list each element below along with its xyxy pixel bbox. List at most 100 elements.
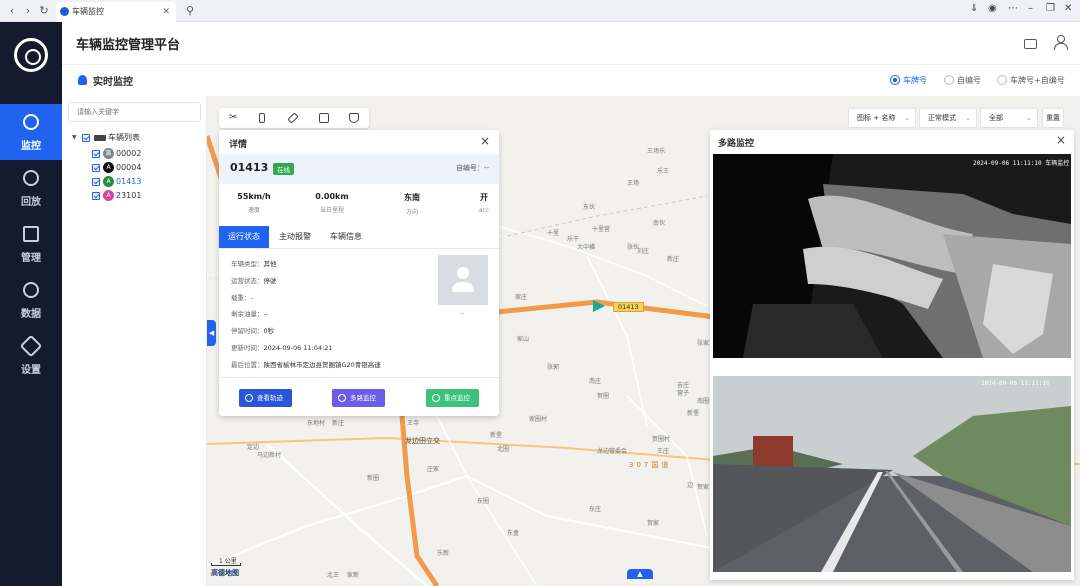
back-icon[interactable]: ‹ — [4, 3, 20, 19]
map-place-label: 王寺 — [407, 420, 420, 427]
video-icon — [338, 394, 346, 402]
video-channel-2[interactable]: 2024-09-06 11:11:10 — [713, 376, 1071, 572]
vehicle-checkbox[interactable] — [92, 164, 100, 172]
vehicle-status-icon: A — [103, 176, 114, 187]
map-place-label: 马边新村 — [257, 452, 282, 459]
view-track-button[interactable]: 查看轨迹 — [239, 389, 292, 407]
search-input[interactable] — [68, 102, 201, 122]
sidebar-item-label: 设置 — [21, 365, 41, 376]
forward-icon[interactable]: › — [20, 3, 36, 19]
scissors-icon[interactable]: ✂ — [229, 113, 239, 123]
video-timestamp: 2024-09-06 11:11:10 车辆监控 — [973, 160, 1070, 167]
message-icon[interactable] — [1024, 39, 1037, 49]
sidebar-item-data[interactable]: 数据 — [0, 272, 62, 328]
radio-plate-and-self-number[interactable]: 车牌号+自编号 — [997, 75, 1065, 86]
battery-icon[interactable] — [259, 113, 265, 123]
tab-vehicle-info[interactable]: 车辆信息 — [321, 226, 371, 248]
chevron-down-icon: ⌄ — [904, 114, 910, 122]
button-label: 重点监控 — [444, 394, 470, 402]
vehicle-marker-icon[interactable] — [593, 300, 605, 312]
download-icon[interactable]: ⇓ — [970, 3, 978, 14]
info-row: 更新时间：2024-09-06 11:04:21 — [231, 342, 333, 352]
ruler-icon[interactable] — [287, 112, 299, 124]
stat-mileage: 0.00km 当日里程 — [297, 192, 367, 214]
info-value: 陕西省榆林市定边县贺圈镇G20青银高速 — [263, 360, 381, 369]
button-label: 多路监控 — [350, 394, 376, 402]
tab-active-alarm[interactable]: 主动报警 — [270, 226, 320, 248]
restore-icon[interactable]: ❐ — [1046, 3, 1055, 14]
window-close-icon[interactable]: ✕ — [1064, 3, 1072, 14]
browser-tab[interactable]: 车辆监控 ✕ — [56, 2, 176, 22]
vehicle-status-icon: A — [103, 190, 114, 201]
vehicle-checkbox[interactable] — [92, 150, 100, 158]
map-place-label: 王庄 — [657, 448, 670, 455]
display-select[interactable]: 图标 + 名称 ⌄ — [848, 108, 916, 128]
minimize-icon[interactable]: – — [1028, 3, 1033, 14]
tree-vehicle-item[interactable]: A 00004 — [92, 162, 192, 174]
area-icon[interactable] — [319, 113, 329, 123]
info-value: 0秒 — [263, 327, 275, 336]
tab-close-icon[interactable]: ✕ — [162, 2, 170, 22]
map-place-label: 贺家 — [697, 484, 710, 491]
sidebar-item-label: 数据 — [21, 309, 41, 320]
tree-vehicle-item[interactable]: 离 00002 — [92, 148, 192, 160]
map-place-label: 大中横 — [577, 244, 596, 251]
map-place-label: 边 — [687, 482, 694, 489]
sidebar-item-settings[interactable]: 设置 — [0, 328, 62, 384]
vehicle-status-icon: A — [103, 162, 114, 173]
multi-monitor-button[interactable]: 多路监控 — [332, 389, 385, 407]
tab-running-status[interactable]: 运行状态 — [219, 226, 269, 248]
chevron-down-icon: ⌄ — [1026, 114, 1032, 122]
detail-header: 01413 在线 自编号：-- — [219, 154, 499, 184]
map-place-label: 南圈 — [697, 398, 710, 405]
tree-vehicle-item[interactable]: A 01413 — [92, 176, 192, 188]
vehicle-status-icon: 离 — [103, 148, 114, 159]
radio-self-number[interactable]: 自编号 — [944, 75, 981, 86]
tree-root-checkbox[interactable] — [82, 134, 90, 142]
map-place-label: 贺圈村 — [652, 436, 671, 443]
map-place-label: 王场乐 — [647, 148, 666, 155]
mode-select[interactable]: 正常模式 ⌄ — [919, 108, 977, 128]
reset-button[interactable]: 重置 — [1042, 108, 1064, 128]
vehicle-checkbox[interactable] — [92, 178, 100, 186]
collapse-handle[interactable]: ◀ — [207, 320, 216, 346]
expand-bottom-handle[interactable]: ▲ — [627, 569, 653, 579]
stat-value: 55km/h — [237, 192, 271, 201]
map-place-label: 南庄 — [589, 378, 602, 385]
info-value: 停驶 — [263, 276, 277, 285]
caret-down-icon[interactable]: ▼ — [72, 132, 77, 144]
track-icon — [245, 394, 253, 402]
multi-video-panel: 多路监控 × 2024-09-06 11:11:10 车辆监控 2024-09- — [710, 130, 1074, 580]
filter-select[interactable]: 全部 ⌄ — [980, 108, 1038, 128]
sidebar-item-monitor[interactable]: 监控 — [0, 104, 62, 160]
vehicle-marker-label[interactable]: 01413 — [613, 302, 644, 312]
map-place-label: 营子 — [677, 390, 690, 397]
sidebar-item-manage[interactable]: 管理 — [0, 216, 62, 272]
key-monitor-button[interactable]: 重点监控 — [426, 389, 479, 407]
data-icon — [23, 282, 39, 298]
camera-icon[interactable] — [349, 113, 359, 123]
info-label: 运营状态： — [231, 276, 264, 285]
sidebar-item-label: 回放 — [21, 197, 41, 208]
info-row: 停留时间：0秒 — [231, 325, 274, 335]
map-place-label: 王场 — [627, 180, 640, 187]
sidebar-item-playback[interactable]: 回放 — [0, 160, 62, 216]
refresh-icon[interactable]: ↻ — [36, 3, 52, 19]
tree-root[interactable]: ▼ 车辆列表 — [72, 132, 192, 144]
road-video-frame — [713, 376, 1071, 572]
globe-icon[interactable]: ◉ — [988, 3, 997, 14]
truck-icon — [94, 135, 106, 141]
video-channel-1[interactable]: 2024-09-06 11:11:10 车辆监控 — [713, 154, 1071, 358]
close-icon[interactable]: × — [1056, 133, 1066, 147]
radio-plate[interactable]: 车牌号 — [890, 75, 927, 86]
vehicle-tree-panel: ▼ 车辆列表 离00002 A00004 A01413 A23101 — [62, 96, 207, 586]
tree-vehicle-item[interactable]: A 23101 — [92, 190, 192, 202]
user-icon[interactable] — [1054, 35, 1068, 50]
search-icon[interactable]: ⚲ — [182, 3, 198, 19]
more-icon[interactable]: ⋯ — [1008, 3, 1018, 14]
tab-favicon-icon — [60, 7, 69, 16]
vehicle-checkbox[interactable] — [92, 192, 100, 200]
self-number: 自编号：-- — [455, 164, 489, 172]
close-icon[interactable]: × — [480, 134, 490, 148]
map-logo: 高德地图 — [211, 569, 239, 577]
